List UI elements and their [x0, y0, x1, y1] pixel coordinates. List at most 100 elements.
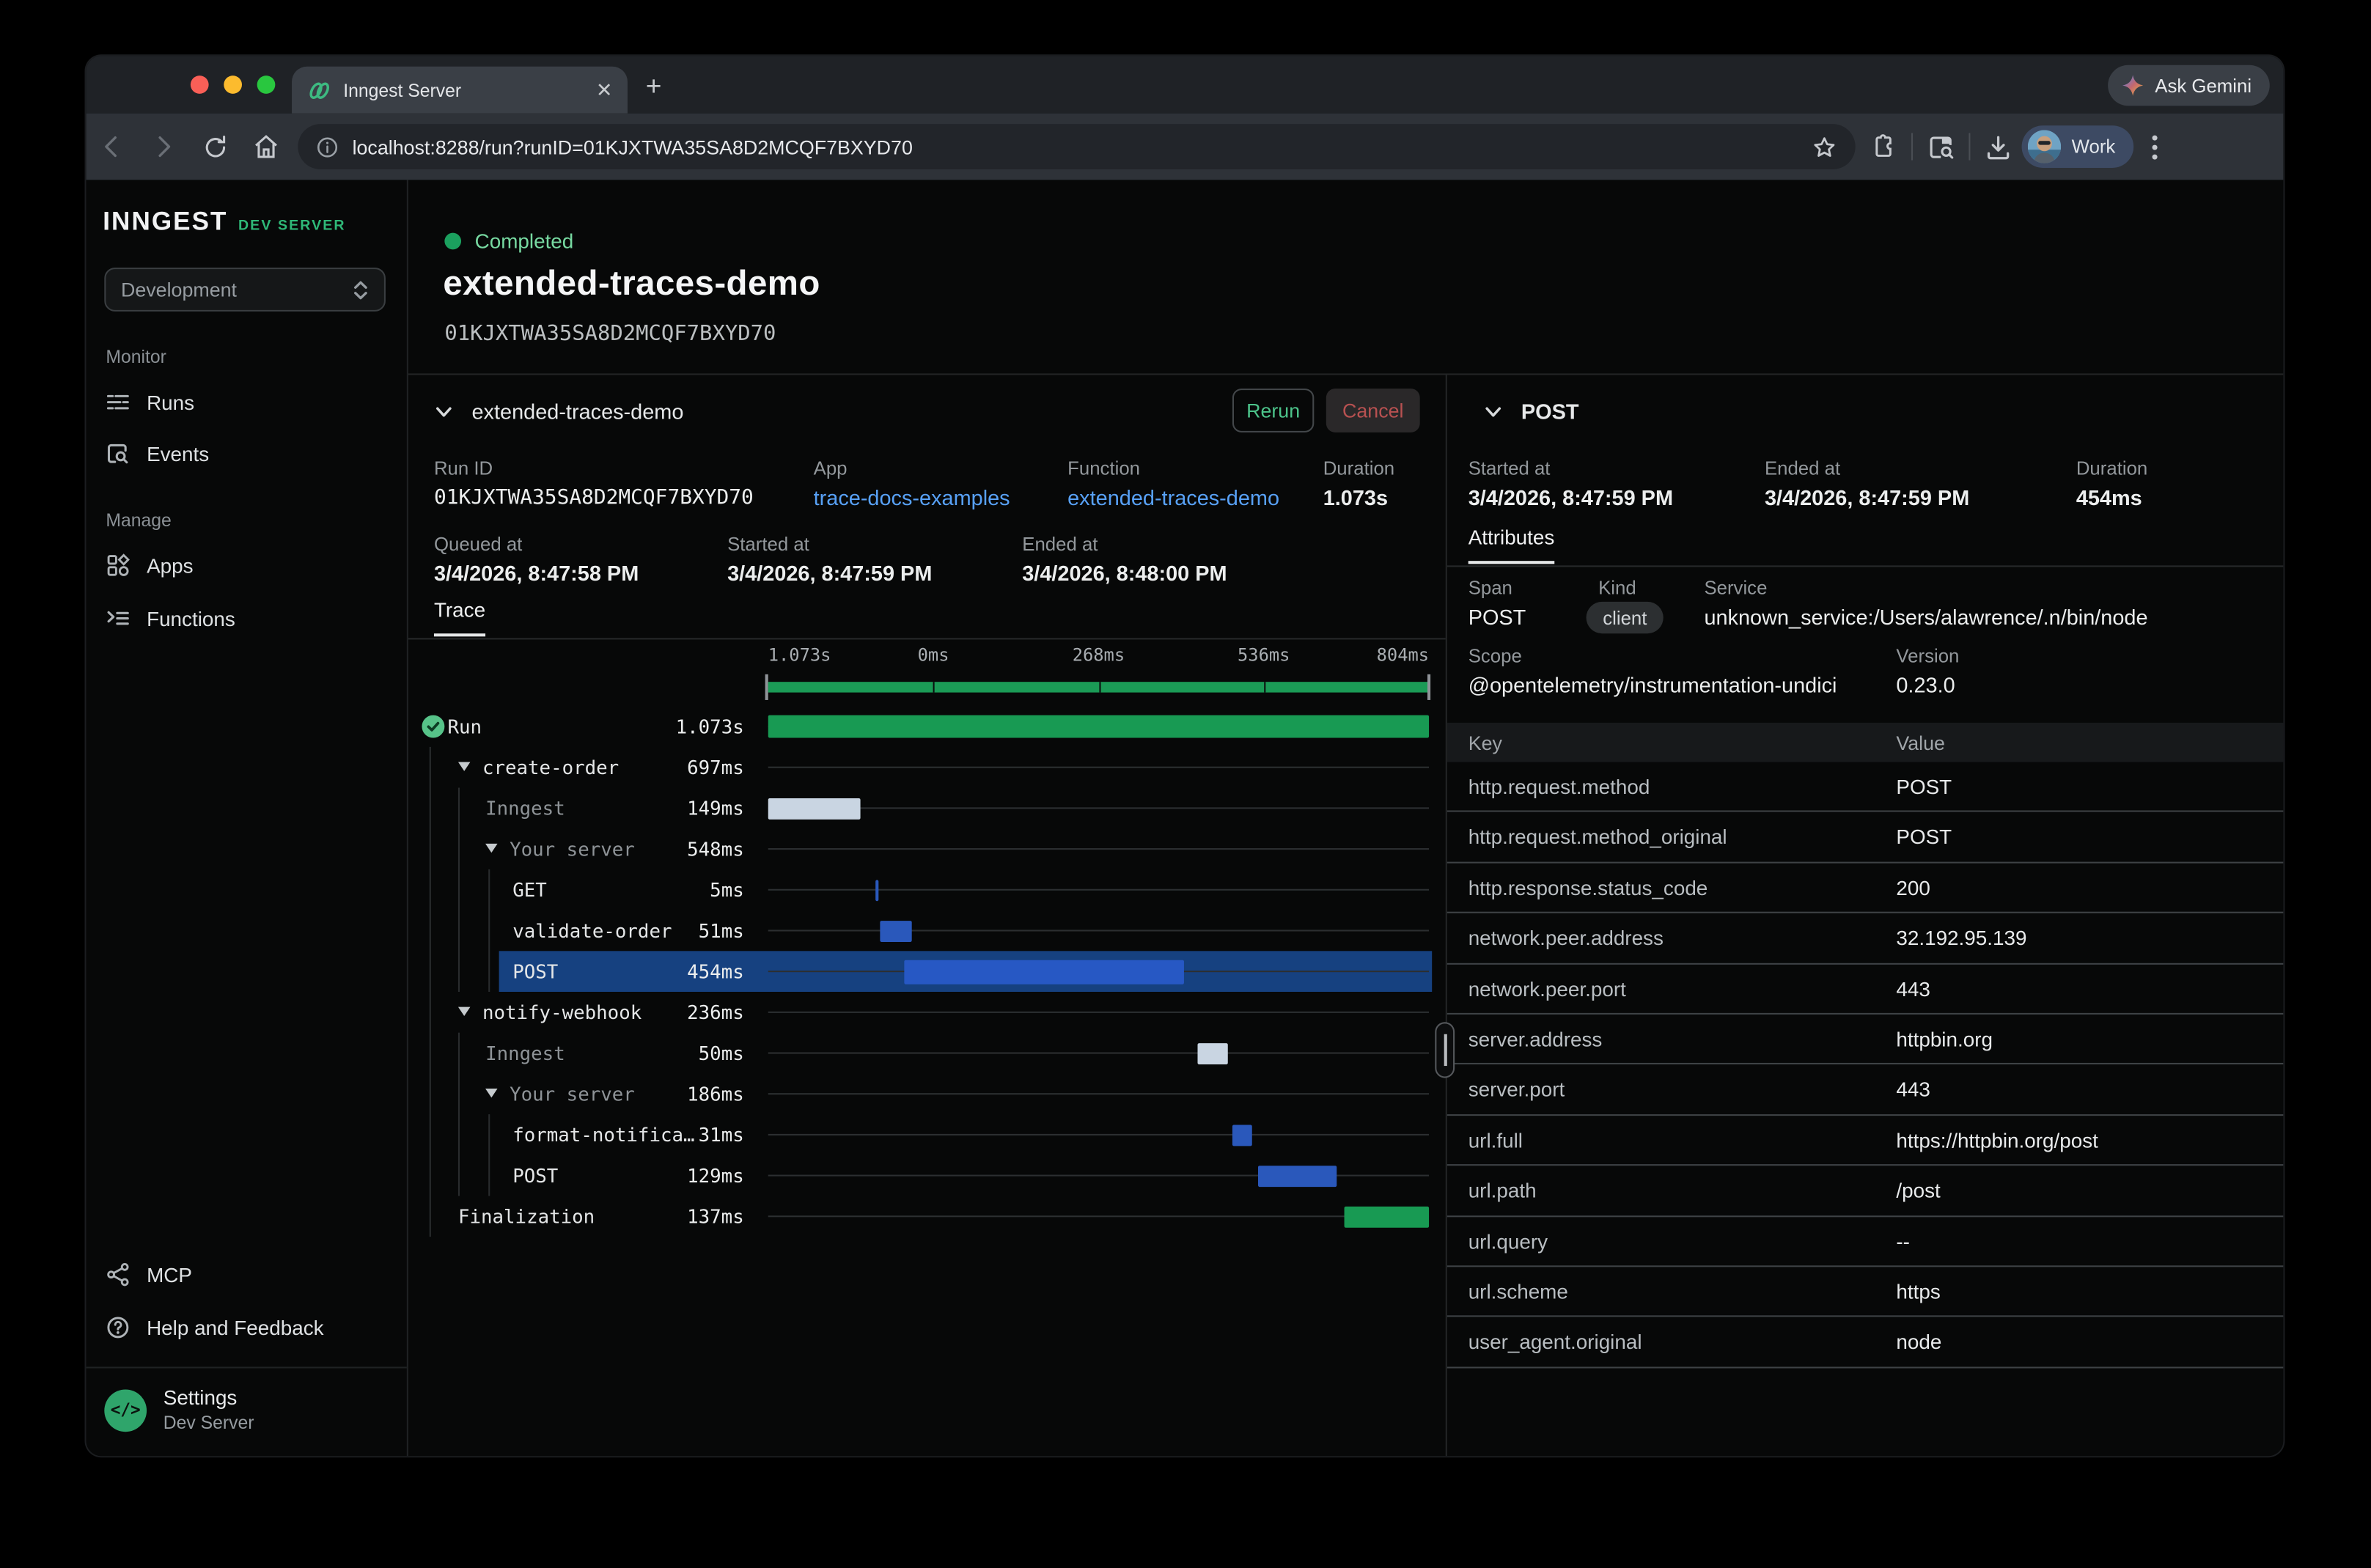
expand-caret-icon[interactable] — [485, 1089, 498, 1097]
minimap-right-handle-icon[interactable] — [1427, 674, 1430, 700]
home-icon[interactable] — [240, 133, 292, 161]
attribute-row[interactable]: network.peer.address 32.192.95.139 — [1447, 913, 2284, 964]
attribute-row[interactable]: network.peer.port 443 — [1447, 964, 2284, 1015]
timeline-bar[interactable] — [768, 798, 860, 819]
timeline-bar[interactable] — [1197, 1042, 1228, 1064]
timeline-minimap[interactable] — [768, 674, 1429, 702]
minimize-window-button[interactable] — [224, 76, 242, 94]
attribute-key: url.path — [1468, 1179, 1537, 1202]
span-duration: 137ms — [687, 1205, 744, 1228]
trace-row[interactable]: POST 129ms — [408, 1155, 1446, 1196]
timeline-bar[interactable] — [1345, 1206, 1429, 1227]
trace-row[interactable]: Finalization 137ms — [408, 1196, 1446, 1237]
trace-row[interactable]: Inngest 50ms — [408, 1033, 1446, 1074]
trace-row[interactable]: create-order 697ms — [408, 747, 1446, 788]
new-tab-button[interactable]: + — [646, 71, 662, 103]
timeline-track — [768, 1134, 1429, 1135]
reload-icon[interactable] — [189, 134, 240, 160]
tab-attributes[interactable]: Attributes — [1468, 526, 1555, 564]
trace-row[interactable]: Inngest 149ms — [408, 788, 1446, 829]
timeline-track — [768, 1093, 1429, 1094]
back-icon[interactable] — [87, 133, 138, 161]
sidebar-item-runs[interactable]: Runs — [106, 383, 394, 422]
span-duration: 51ms — [699, 919, 744, 942]
attribute-row[interactable]: server.port 443 — [1447, 1065, 2284, 1116]
timeline-bar[interactable] — [876, 879, 879, 900]
kind-label: Kind — [1598, 578, 1636, 599]
attribute-row[interactable]: url.query -- — [1447, 1216, 2284, 1267]
trace-row[interactable]: Run 1.073s — [408, 706, 1446, 747]
app-link[interactable]: trace-docs-examples — [814, 485, 1010, 509]
attribute-row[interactable]: http.request.method POST — [1447, 762, 2284, 813]
minimap-tick — [933, 682, 935, 692]
timeline-axis: 0ms268ms536ms804ms1.073s — [768, 644, 1429, 669]
timeline-track — [768, 1053, 1429, 1054]
timeline-bar[interactable] — [768, 715, 1429, 738]
sidebar-item-functions[interactable]: Functions — [106, 599, 394, 638]
browser-tab[interactable]: Inngest Server ✕ — [292, 67, 628, 114]
url-text[interactable]: localhost:8288/run?runID=01KJXTWA35SA8D2… — [353, 136, 1798, 158]
expand-caret-icon[interactable] — [485, 844, 498, 853]
environment-select[interactable]: Development — [104, 268, 386, 312]
attribute-key: http.request.method_original — [1468, 826, 1727, 849]
trace-row[interactable]: format-notifica… 31ms — [408, 1114, 1446, 1155]
sidebar-item-settings[interactable]: </> Settings Dev Server — [104, 1386, 254, 1433]
trace-row[interactable]: POST 454ms — [408, 951, 1446, 992]
success-check-icon — [422, 715, 444, 738]
run-id-text: 01KJXTWA35SA8D2MCQF7BXYD70 — [444, 322, 776, 346]
browser-menu-icon[interactable] — [2142, 134, 2166, 160]
tab-title: Inngest Server — [343, 79, 584, 100]
span-collapse-chevron-icon[interactable] — [1483, 402, 1503, 422]
span-started-value: 3/4/2026, 8:47:59 PM — [1468, 485, 1673, 509]
attribute-row[interactable]: url.scheme https — [1447, 1267, 2284, 1317]
attribute-row[interactable]: http.request.method_original POST — [1447, 812, 2284, 863]
tab-search-icon[interactable] — [1927, 132, 1955, 161]
rerun-button[interactable]: Rerun — [1232, 389, 1314, 433]
sidebar-item-apps[interactable]: Apps — [106, 546, 394, 586]
trace-row[interactable]: Your server 186ms — [408, 1073, 1446, 1114]
close-window-button[interactable] — [191, 76, 209, 94]
profile-label: Work — [2072, 136, 2116, 158]
main-content: Completed extended-traces-demo 01KJXTWA3… — [408, 180, 2284, 1456]
function-link[interactable]: extended-traces-demo — [1067, 485, 1279, 509]
attribute-row[interactable]: url.path /post — [1447, 1166, 2284, 1216]
collapse-chevron-icon[interactable] — [434, 402, 454, 422]
bookmark-star-icon[interactable] — [1812, 134, 1837, 160]
forward-icon[interactable] — [138, 133, 189, 161]
trace-row[interactable]: validate-order 51ms — [408, 910, 1446, 952]
tab-close-icon[interactable]: ✕ — [596, 80, 612, 100]
trace-tab-divider — [408, 638, 1446, 639]
trace-rows: Run 1.073s — [408, 706, 1446, 1237]
attribute-row[interactable]: server.address httpbin.org — [1447, 1015, 2284, 1065]
trace-row[interactable]: notify-webhook 236ms — [408, 992, 1446, 1033]
run-card-function-name: extended-traces-demo — [472, 400, 684, 424]
profile-button[interactable]: Work — [2022, 125, 2133, 168]
attribute-row[interactable]: http.response.status_code 200 — [1447, 863, 2284, 913]
sidebar-item-help[interactable]: Help and Feedback — [106, 1308, 394, 1347]
timeline-bar[interactable] — [881, 920, 912, 941]
download-icon[interactable] — [1984, 132, 2012, 161]
indent-guide — [488, 869, 490, 992]
tab-trace[interactable]: Trace — [434, 599, 485, 637]
ask-gemini-button[interactable]: Ask Gemini — [2108, 65, 2269, 106]
span-duration: 548ms — [687, 838, 744, 861]
trace-row[interactable]: Your server 548ms — [408, 828, 1446, 869]
cancel-button[interactable]: Cancel — [1326, 389, 1420, 433]
expand-caret-icon[interactable] — [458, 1007, 471, 1016]
function-label: Function — [1067, 458, 1140, 479]
attribute-row[interactable]: url.full https://httpbin.org/post — [1447, 1116, 2284, 1166]
timeline-bar[interactable] — [1258, 1165, 1337, 1186]
browser-toolbar: localhost:8288/run?runID=01KJXTWA35SA8D2… — [87, 114, 2284, 180]
trace-row[interactable]: GET 5ms — [408, 869, 1446, 910]
expand-caret-icon[interactable] — [458, 762, 471, 771]
url-bar[interactable]: localhost:8288/run?runID=01KJXTWA35SA8D2… — [298, 124, 1855, 169]
timeline-bar[interactable] — [1233, 1124, 1252, 1145]
attribute-row[interactable]: user_agent.original node — [1447, 1317, 2284, 1368]
zoom-window-button[interactable] — [257, 76, 276, 94]
sidebar-item-events[interactable]: Events — [106, 434, 394, 474]
timeline-bar[interactable] — [904, 960, 1183, 984]
site-info-icon[interactable] — [316, 136, 339, 158]
extensions-icon[interactable] — [1870, 133, 1897, 161]
sidebar-item-mcp[interactable]: MCP — [106, 1255, 394, 1295]
trace-scrollbar[interactable] — [1435, 1022, 1455, 1078]
